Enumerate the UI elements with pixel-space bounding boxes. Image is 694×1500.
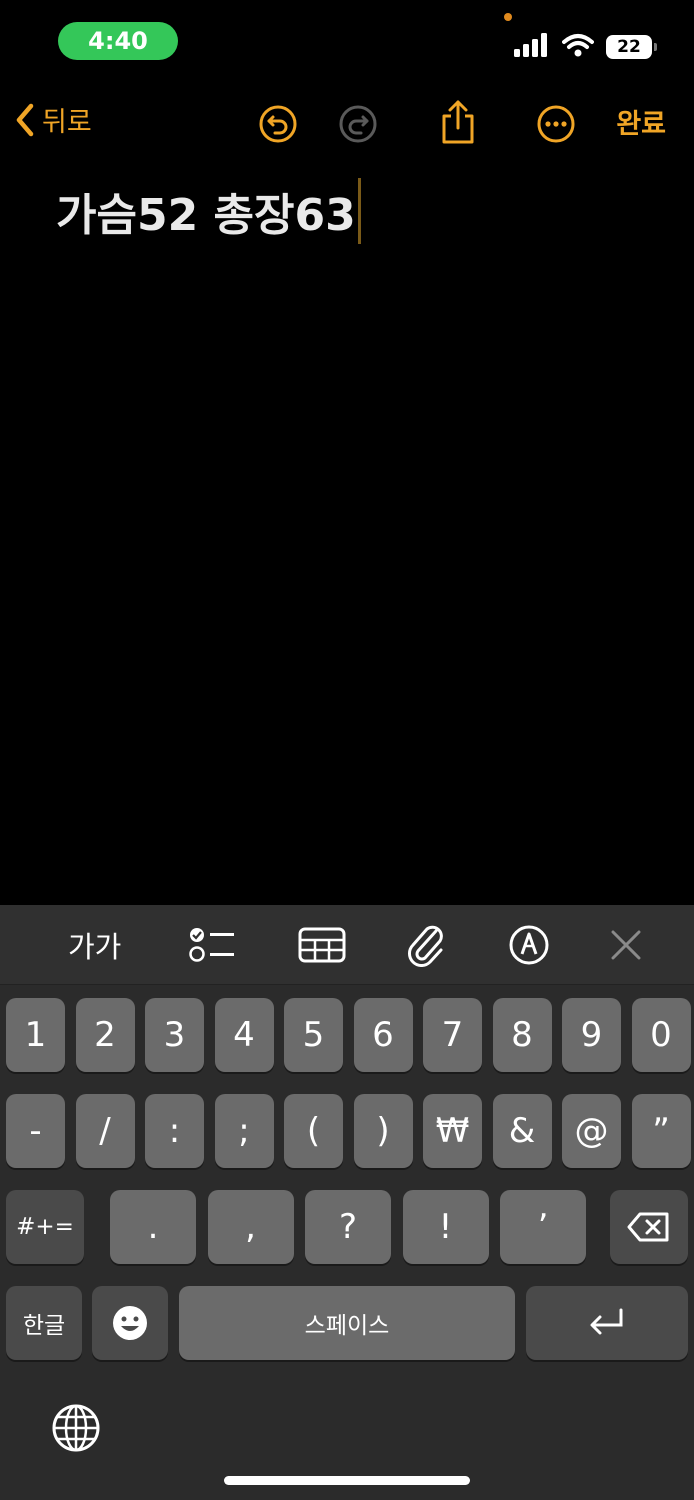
key-label: @ — [574, 1111, 609, 1151]
chevron-left-icon — [16, 103, 34, 136]
emoji-icon — [113, 1306, 147, 1340]
key-label: & — [508, 1111, 536, 1151]
key-label: 9 — [580, 1015, 603, 1055]
hangul-key[interactable]: 한글 — [6, 1286, 82, 1360]
punctuation-key[interactable]: , — [207, 1190, 294, 1264]
text-format-button[interactable]: 가가 — [68, 923, 121, 967]
number-key[interactable]: 4 — [214, 998, 274, 1072]
return-key[interactable] — [526, 1286, 688, 1360]
key-label: ; — [238, 1111, 250, 1151]
delete-key[interactable] — [610, 1190, 688, 1264]
symbol-key[interactable]: ₩ — [423, 1094, 482, 1168]
symbol-mode-key[interactable]: #+= — [6, 1190, 84, 1264]
key-label: . — [147, 1207, 159, 1247]
home-indicator — [224, 1476, 470, 1485]
note-nav-bar: 뒤로 완료 — [0, 92, 694, 156]
symbol-key[interactable]: ( — [284, 1094, 343, 1168]
format-toolbar: 가가 — [0, 905, 694, 985]
number-key[interactable]: 5 — [284, 998, 343, 1072]
checklist-icon[interactable] — [188, 923, 236, 967]
status-time: 4:40 — [58, 22, 178, 60]
status-indicators: 22 — [514, 30, 657, 64]
key-label: ! — [438, 1207, 453, 1247]
symbol-key[interactable]: & — [492, 1094, 552, 1168]
redo-icon[interactable] — [338, 104, 378, 148]
camera-indicator — [504, 13, 512, 21]
number-key[interactable]: 9 — [562, 998, 621, 1072]
number-key[interactable]: 8 — [492, 998, 552, 1072]
back-button[interactable]: 뒤로 — [14, 100, 92, 139]
number-key[interactable]: 1 — [6, 998, 65, 1072]
key-label: , — [245, 1207, 256, 1247]
key-label: / — [99, 1111, 111, 1151]
done-button[interactable]: 완료 — [616, 102, 666, 141]
markup-pen-icon[interactable] — [508, 923, 550, 967]
keyboard: 가가 1 2 3 4 5 6 7 8 9 0 - /:; () ₩ & @ ” #+= .,?! ’ 한글 스페… — [0, 905, 694, 1500]
number-key[interactable]: 2 — [75, 998, 135, 1072]
key-label: 3 — [163, 1015, 186, 1055]
table-icon[interactable] — [298, 923, 346, 967]
punctuation-key[interactable]: ! — [402, 1190, 489, 1264]
number-key[interactable]: 0 — [631, 998, 691, 1072]
back-label: 뒤로 — [42, 107, 92, 138]
symbol-key[interactable]: ” — [631, 1094, 691, 1168]
key-label: - — [29, 1111, 42, 1151]
number-key[interactable]: 6 — [353, 998, 413, 1072]
symbol-key[interactable]: ; — [214, 1094, 274, 1168]
key-label: 5 — [302, 1015, 325, 1055]
backspace-icon — [627, 1212, 669, 1242]
punctuation-key[interactable]: . — [110, 1190, 196, 1264]
text-cursor — [357, 178, 361, 244]
globe-icon[interactable] — [51, 1403, 101, 1457]
emoji-key[interactable] — [92, 1286, 168, 1360]
key-label: : — [168, 1111, 181, 1151]
symbol-key[interactable]: ) — [353, 1094, 413, 1168]
number-key[interactable]: 7 — [423, 998, 482, 1072]
punctuation-key[interactable]: ’ — [500, 1190, 586, 1264]
battery-indicator: 22 — [606, 35, 657, 59]
key-label: ) — [376, 1111, 390, 1151]
wifi-icon — [562, 33, 594, 61]
key-label: ₩ — [435, 1111, 470, 1151]
more-options-icon[interactable] — [536, 104, 576, 148]
key-label: ? — [338, 1207, 358, 1247]
return-icon — [590, 1308, 623, 1335]
note-text: 가슴52 총장63 — [56, 190, 356, 241]
symbol-key[interactable]: - — [6, 1094, 65, 1168]
note-text-area[interactable]: 가슴52 총장63 — [56, 178, 361, 244]
key-label: ” — [652, 1111, 670, 1151]
key-label: 1 — [24, 1015, 47, 1055]
key-label: 0 — [650, 1015, 672, 1055]
undo-icon[interactable] — [258, 104, 298, 148]
key-label: ( — [306, 1111, 321, 1151]
symbol-key[interactable]: : — [145, 1094, 204, 1168]
cellular-signal-icon — [514, 33, 550, 61]
space-key[interactable]: 스페이스 — [179, 1286, 515, 1360]
key-label: 4 — [233, 1015, 255, 1055]
key-label: 6 — [372, 1015, 394, 1055]
key-label: ’ — [537, 1207, 549, 1247]
key-label: 2 — [94, 1015, 116, 1055]
symbol-key[interactable]: / — [75, 1094, 135, 1168]
attachment-icon[interactable] — [406, 923, 446, 967]
symbol-key[interactable]: @ — [562, 1094, 621, 1168]
share-icon[interactable] — [438, 98, 478, 150]
number-key[interactable]: 3 — [145, 998, 204, 1072]
key-label: 7 — [441, 1015, 464, 1055]
key-label: 8 — [511, 1015, 533, 1055]
close-toolbar-icon[interactable] — [608, 923, 644, 967]
punctuation-key[interactable]: ? — [305, 1190, 391, 1264]
